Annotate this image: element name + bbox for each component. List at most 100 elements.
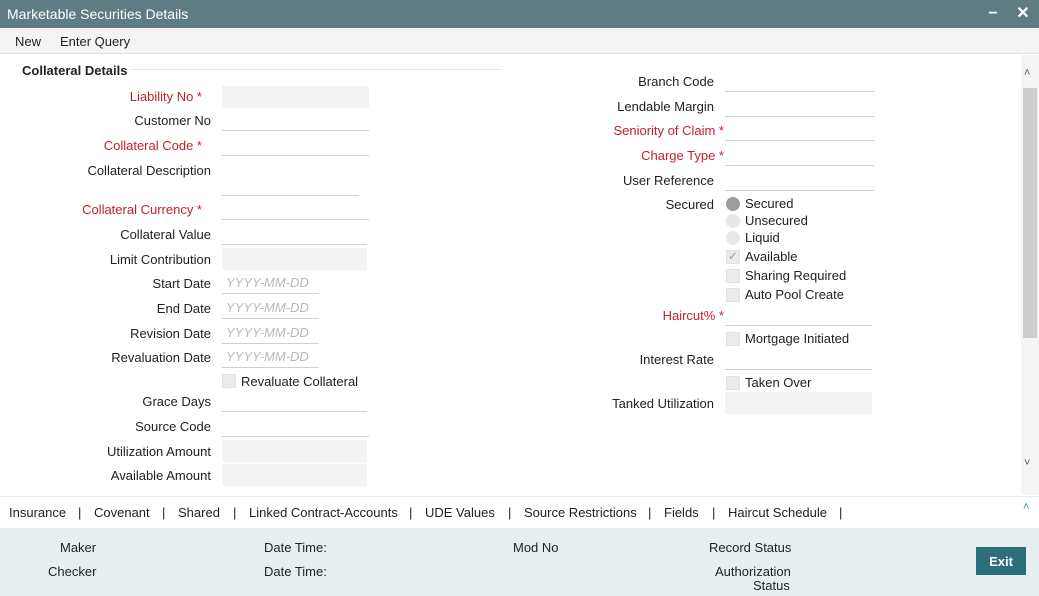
secured-option-label: Secured	[745, 196, 794, 211]
authorization-status-label: Authorization	[715, 564, 791, 579]
available-amount-field[interactable]	[222, 464, 367, 486]
customer-no-label: Customer No	[134, 113, 211, 128]
customer-no-field[interactable]	[222, 109, 369, 131]
limit-contribution-label: Limit Contribution	[109, 252, 211, 267]
checker-label: Checker	[48, 564, 97, 579]
mod-no-label: Mod No	[513, 540, 559, 555]
tab-separator: |	[648, 505, 652, 520]
collateral-description-field[interactable]	[222, 174, 359, 196]
tab-separator: |	[162, 505, 166, 520]
grace-days-field[interactable]	[222, 390, 367, 412]
collateral-description-label: Collateral Description	[87, 163, 211, 178]
branch-code-label: Branch Code	[638, 74, 714, 89]
mortgage-initiated-checkbox[interactable]	[726, 332, 740, 346]
tab-separator: |	[712, 505, 716, 520]
section-title: Collateral Details	[22, 63, 128, 78]
sharing-required-checkbox[interactable]	[726, 269, 740, 283]
vertical-scrollbar[interactable]: ˄ ˅	[1021, 55, 1039, 495]
auto-pool-create-checkbox[interactable]	[726, 288, 740, 302]
user-reference-label: User Reference	[622, 173, 714, 188]
audit-footer: Maker Checker Date Time: Date Time: Mod …	[0, 528, 1039, 596]
tab-insurance[interactable]: Insurance	[9, 505, 66, 520]
collateral-value-label: Collateral Value	[120, 227, 211, 242]
lendable-margin-field[interactable]	[725, 95, 874, 117]
tab-separator: |	[78, 505, 82, 520]
auto-pool-create-label: Auto Pool Create	[745, 287, 845, 302]
form-content: Collateral Details Liability No * Custom…	[0, 55, 1021, 495]
tanked-utilization-label: Tanked Utilization	[612, 396, 714, 411]
revision-date-field[interactable]	[222, 322, 319, 344]
minimize-icon[interactable]: −	[983, 3, 1003, 25]
scroll-thumb[interactable]	[1023, 88, 1037, 338]
exit-button[interactable]: Exit	[976, 547, 1026, 575]
utilization-amount-field[interactable]	[222, 440, 367, 462]
tab-separator: |	[233, 505, 237, 520]
interest-rate-field[interactable]	[725, 348, 872, 370]
unsecured-option-label: Unsecured	[745, 213, 808, 228]
liquid-option-label: Liquid	[745, 230, 780, 245]
scroll-up-icon[interactable]: ˄	[1024, 67, 1030, 79]
record-status-label: Record Status	[709, 540, 792, 555]
tab-haircut-schedule[interactable]: Haircut Schedule	[728, 505, 827, 520]
close-icon[interactable]: ✕	[1013, 3, 1033, 25]
revaluate-collateral-label: Revaluate Collateral	[241, 374, 359, 389]
tab-covenant[interactable]: Covenant	[94, 505, 150, 520]
charge-type-label: Charge Type *	[641, 148, 724, 163]
interest-rate-label: Interest Rate	[639, 352, 714, 367]
tab-ude-values[interactable]: UDE Values	[425, 505, 495, 520]
liability-no-label: Liability No *	[129, 89, 202, 104]
collapse-up-icon[interactable]: ˄	[1023, 501, 1029, 513]
menu-enter-query[interactable]: Enter Query	[60, 34, 130, 49]
tab-separator: |	[839, 505, 843, 520]
tab-shared[interactable]: Shared	[178, 505, 220, 520]
end-date-label: End Date	[156, 301, 211, 316]
checker-date-time-label: Date Time:	[264, 564, 327, 579]
collateral-currency-label: Collateral Currency *	[82, 202, 202, 217]
tab-separator: |	[508, 505, 512, 520]
branch-code-field[interactable]	[725, 70, 874, 92]
title-bar: Marketable Securities Details − ✕	[0, 0, 1039, 28]
limit-contribution-field[interactable]	[222, 248, 367, 270]
menu-bar: New Enter Query	[0, 29, 1039, 54]
revaluation-date-label: Revaluation Date	[111, 350, 211, 365]
revaluate-collateral-checkbox[interactable]	[222, 374, 236, 388]
source-code-label: Source Code	[135, 419, 211, 434]
haircut-field[interactable]	[725, 304, 872, 326]
end-date-field[interactable]	[222, 297, 319, 319]
grace-days-label: Grace Days	[142, 394, 211, 409]
available-amount-label: Available Amount	[110, 468, 211, 483]
utilization-amount-label: Utilization Amount	[106, 444, 211, 459]
revaluation-date-field[interactable]	[222, 346, 319, 368]
tab-fields[interactable]: Fields	[664, 505, 699, 520]
tab-linked-contract-accounts[interactable]: Linked Contract-Accounts	[249, 505, 398, 520]
liability-no-field[interactable]	[222, 86, 369, 108]
tab-separator: |	[409, 505, 413, 520]
maker-label: Maker	[60, 540, 97, 555]
start-date-label: Start Date	[152, 276, 211, 291]
collateral-currency-field[interactable]	[222, 198, 369, 220]
haircut-label: Haircut% *	[662, 308, 724, 323]
liquid-radio[interactable]	[726, 231, 740, 245]
taken-over-checkbox[interactable]	[726, 376, 740, 390]
window-title: Marketable Securities Details	[7, 6, 189, 22]
collateral-code-label: Collateral Code *	[103, 138, 202, 153]
secured-radio[interactable]	[726, 197, 740, 211]
collateral-value-field[interactable]	[222, 223, 367, 245]
source-code-field[interactable]	[222, 415, 369, 437]
collateral-code-field[interactable]	[222, 134, 369, 156]
menu-new[interactable]: New	[15, 34, 41, 49]
section-divider	[130, 69, 502, 70]
available-checkbox[interactable]	[726, 249, 740, 264]
maker-date-time-label: Date Time:	[264, 540, 327, 555]
seniority-of-claim-field[interactable]	[725, 119, 874, 141]
charge-type-field[interactable]	[725, 144, 874, 166]
lendable-margin-label: Lendable Margin	[617, 99, 714, 114]
unsecured-radio[interactable]	[726, 214, 740, 228]
tab-source-restrictions[interactable]: Source Restrictions	[524, 505, 637, 520]
secured-label: Secured	[665, 197, 714, 212]
user-reference-field[interactable]	[725, 169, 874, 191]
start-date-field[interactable]	[222, 272, 319, 294]
tab-strip: Insurance | Covenant | Shared | Linked C…	[0, 496, 1039, 528]
tanked-utilization-field[interactable]	[725, 392, 872, 414]
scroll-down-icon[interactable]: ˅	[1024, 457, 1030, 469]
